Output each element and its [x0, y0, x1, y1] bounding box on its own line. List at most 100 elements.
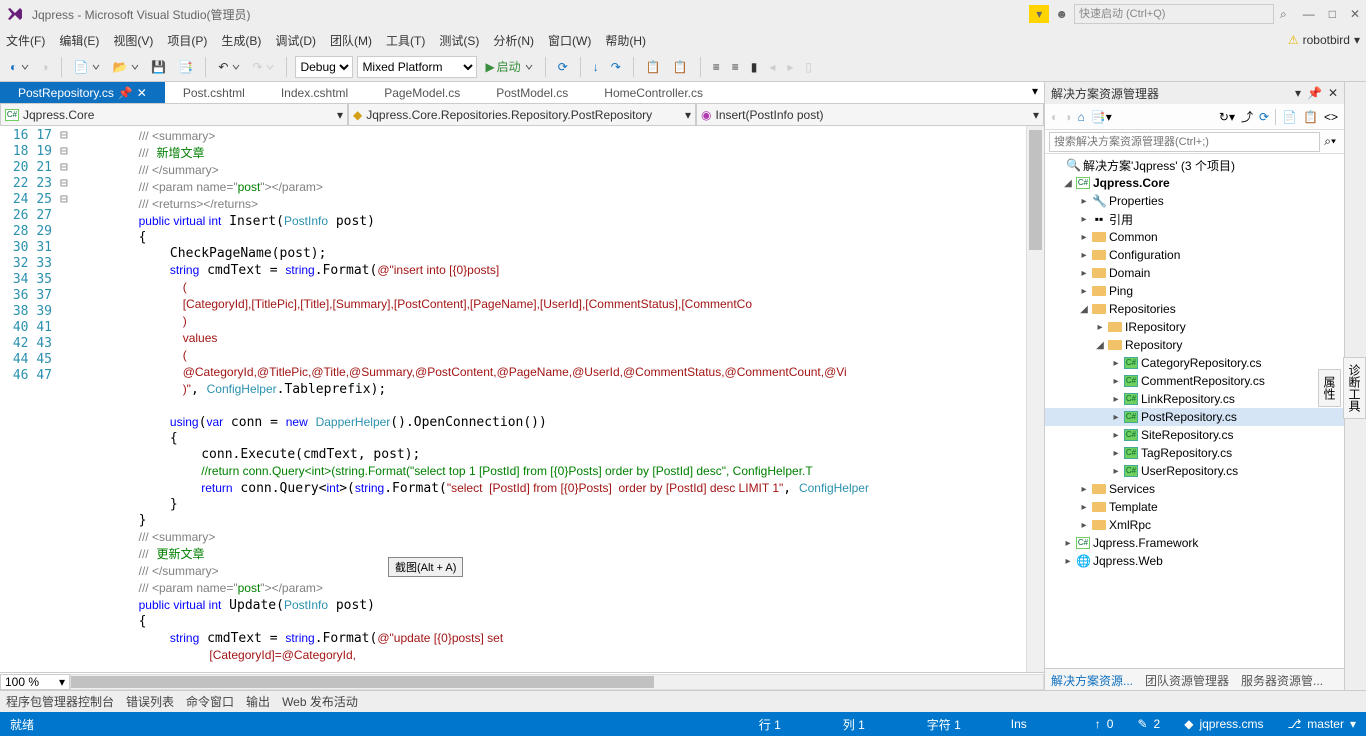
back-button[interactable]: ◐ — [6, 58, 33, 76]
step-into-button[interactable]: ↓ — [589, 58, 603, 76]
tree-template[interactable]: Template — [1109, 500, 1158, 514]
status-branch[interactable]: ⎇ master ▾ — [1287, 717, 1356, 731]
tab-postrepository[interactable]: PostRepository.cs 📌 ✕ — [0, 82, 165, 103]
tree-repository[interactable]: Repository — [1125, 338, 1182, 352]
tab-index-cshtml[interactable]: Index.cshtml — [263, 82, 366, 103]
back-icon[interactable]: ◐ — [1051, 110, 1058, 124]
menu-file[interactable]: 文件(F) — [6, 32, 45, 49]
refresh-icon[interactable]: ⟳ — [1259, 110, 1269, 124]
platform-select[interactable]: Mixed Platform — [357, 56, 477, 78]
prev-bookmark-button[interactable]: ◂ — [765, 58, 779, 76]
menu-window[interactable]: 窗口(W) — [548, 32, 591, 49]
maximize-button[interactable]: □ — [1329, 7, 1336, 21]
tree-configuration[interactable]: Configuration — [1109, 248, 1180, 262]
tree-file[interactable]: CommentRepository.cs — [1141, 374, 1265, 388]
tree-file-selected[interactable]: PostRepository.cs — [1141, 410, 1237, 424]
menu-build[interactable]: 生成(B) — [221, 32, 261, 49]
new-project-button[interactable]: 📄 — [70, 58, 105, 76]
comment-button[interactable]: 📋 — [642, 58, 665, 76]
gutter-diagnostics[interactable]: 诊断工具 — [1343, 357, 1366, 419]
menu-help[interactable]: 帮助(H) — [605, 32, 646, 49]
tree-file[interactable]: UserRepository.cs — [1141, 464, 1238, 478]
zoom-select[interactable]: 100 %▾ — [0, 674, 70, 690]
code-content[interactable]: /// <summary> /// 新增文章 /// </summary> //… — [76, 126, 1026, 672]
tab-postmodel[interactable]: PostModel.cs — [478, 82, 586, 103]
properties-icon[interactable]: 📋 — [1303, 110, 1318, 124]
menu-view[interactable]: 视图(V) — [113, 32, 153, 49]
solution-tree[interactable]: 🔍解决方案'Jqpress' (3 个项目) ◢C#Jqpress.Core ▸… — [1045, 154, 1344, 668]
config-select[interactable]: Debug — [295, 56, 353, 78]
search-icon[interactable]: ⌕ — [1280, 7, 1287, 22]
bottom-tab-pkgmgr[interactable]: 程序包管理器控制台 — [6, 693, 114, 710]
side-tab-solution[interactable]: 解决方案资源... — [1045, 669, 1139, 690]
tree-file[interactable]: SiteRepository.cs — [1141, 428, 1233, 442]
code-editor[interactable]: 16 17 18 19 20 21 22 23 24 25 26 27 28 2… — [0, 126, 1044, 672]
menu-team[interactable]: 团队(M) — [330, 32, 372, 49]
user-account[interactable]: ⚠ robotbird ▾ — [1288, 33, 1360, 47]
project-web[interactable]: Jqpress.Web — [1093, 554, 1163, 568]
tree-ping[interactable]: Ping — [1109, 284, 1133, 298]
menu-edit[interactable]: 编辑(E) — [59, 32, 99, 49]
editor-hscrollbar[interactable] — [70, 674, 1044, 690]
search-icon[interactable]: ⌕▾ — [1320, 134, 1340, 149]
close-tab-icon[interactable]: ✕ — [137, 86, 147, 100]
tree-services[interactable]: Services — [1109, 482, 1155, 496]
home-icon[interactable]: ⌂ — [1078, 110, 1085, 124]
tab-pagemodel[interactable]: PageModel.cs — [366, 82, 478, 103]
uncomment-button[interactable]: 📋 — [669, 58, 692, 76]
pin-icon[interactable]: 📌 — [118, 86, 133, 100]
save-button[interactable]: 💾 — [147, 58, 170, 76]
tabs-overflow-icon[interactable]: ▾ — [1026, 82, 1044, 103]
tree-common[interactable]: Common — [1109, 230, 1158, 244]
tree-references[interactable]: 引用 — [1109, 211, 1133, 228]
status-repo[interactable]: ◆ jqpress.cms — [1184, 717, 1263, 731]
bottom-tab-webpub[interactable]: Web 发布活动 — [282, 693, 358, 710]
indent-button[interactable]: ≡ — [709, 58, 724, 76]
panel-pin-icon[interactable]: 📌 — [1307, 86, 1322, 100]
tree-irepository[interactable]: IRepository — [1125, 320, 1186, 334]
tree-xmlrpc[interactable]: XmlRpc — [1109, 518, 1151, 532]
nav-project[interactable]: C#Jqpress.Core▾ — [0, 104, 348, 125]
show-all-icon[interactable]: 📄 — [1282, 110, 1297, 124]
forward-button[interactable]: ◑ — [37, 58, 52, 76]
feedback-icon[interactable]: ☻ — [1055, 7, 1068, 21]
panel-close-icon[interactable]: ✕ — [1328, 86, 1338, 100]
side-tab-server[interactable]: 服务器资源管... — [1235, 669, 1329, 690]
tab-post-cshtml[interactable]: Post.cshtml — [165, 82, 263, 103]
refresh-all-icon[interactable]: ↻▾ — [1219, 110, 1235, 124]
status-changes[interactable]: ✎ 2 — [1137, 717, 1160, 731]
forward-icon[interactable]: ◑ — [1064, 110, 1071, 124]
status-publish[interactable]: ↑ 0 — [1095, 717, 1114, 731]
undo-button[interactable]: ↶ — [214, 58, 244, 76]
save-all-button[interactable]: 📑 — [174, 58, 197, 76]
editor-vscrollbar[interactable] — [1026, 126, 1044, 672]
collapse-icon[interactable]: ⤴ — [1241, 108, 1253, 125]
nav-class[interactable]: ◆Jqpress.Core.Repositories.Repository.Po… — [348, 104, 696, 125]
tree-properties[interactable]: Properties — [1109, 194, 1164, 208]
bottom-tab-cmd[interactable]: 命令窗口 — [186, 693, 234, 710]
open-file-button[interactable]: 📂 — [108, 58, 143, 76]
menu-analyze[interactable]: 分析(N) — [493, 32, 534, 49]
solution-search-input[interactable] — [1049, 132, 1320, 152]
panel-dropdown-icon[interactable]: ▾ — [1295, 86, 1301, 100]
bottom-tab-errors[interactable]: 错误列表 — [126, 693, 174, 710]
sync-icon[interactable]: 📑▾ — [1091, 110, 1112, 124]
project-core[interactable]: Jqpress.Core — [1093, 176, 1170, 190]
close-button[interactable]: ✕ — [1350, 7, 1360, 21]
notification-flag-icon[interactable]: ▾ — [1029, 5, 1049, 23]
outdent-button[interactable]: ≡ — [728, 58, 743, 76]
tree-file[interactable]: TagRepository.cs — [1141, 446, 1232, 460]
menu-tools[interactable]: 工具(T) — [386, 32, 425, 49]
start-button[interactable]: ▶ 启动 — [481, 56, 536, 77]
menu-project[interactable]: 项目(P) — [167, 32, 207, 49]
tree-file[interactable]: CategoryRepository.cs — [1141, 356, 1262, 370]
bottom-tab-output[interactable]: 输出 — [246, 693, 270, 710]
redo-button[interactable]: ↷ — [248, 58, 278, 76]
tree-domain[interactable]: Domain — [1109, 266, 1150, 280]
minimize-button[interactable]: — — [1303, 7, 1315, 21]
preview-icon[interactable]: <> — [1324, 110, 1338, 124]
browser-link-button[interactable]: ⟳ — [554, 58, 572, 76]
solution-root[interactable]: 解决方案'Jqpress' (3 个项目) — [1083, 157, 1235, 174]
quick-launch-input[interactable]: 快速启动 (Ctrl+Q) — [1074, 4, 1274, 24]
menu-debug[interactable]: 调试(D) — [275, 32, 316, 49]
